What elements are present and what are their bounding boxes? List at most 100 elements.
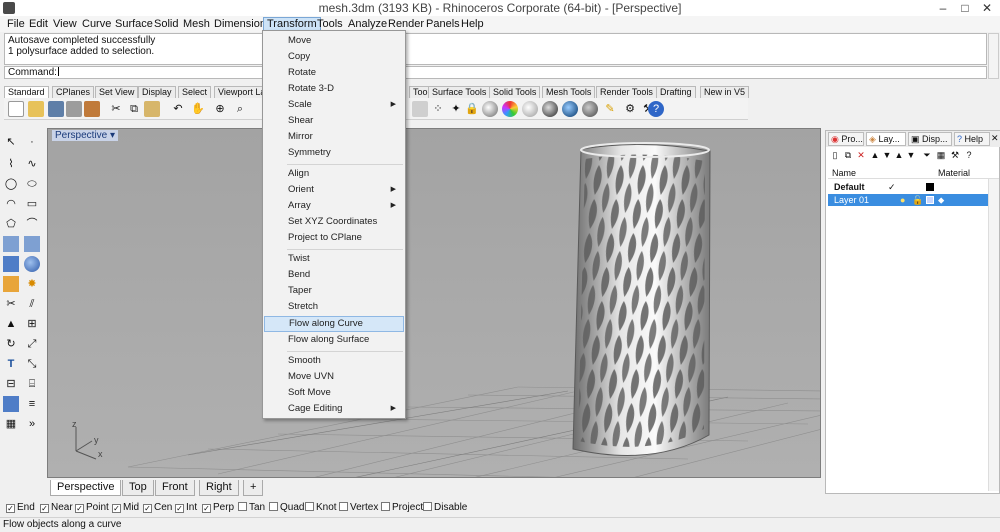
surface-icon[interactable] bbox=[3, 236, 19, 252]
menu-help[interactable]: Help bbox=[458, 17, 487, 31]
tab-display[interactable]: Display bbox=[138, 86, 176, 98]
osnap-near[interactable]: ✓ Near bbox=[40, 502, 73, 514]
tab-perspective[interactable]: Perspective bbox=[50, 480, 122, 496]
menu-item-move[interactable]: Move bbox=[264, 33, 404, 49]
tab-front[interactable]: Front bbox=[155, 480, 195, 496]
menu-transform[interactable]: Transform bbox=[263, 17, 321, 31]
menu-curve[interactable]: Curve bbox=[79, 17, 114, 31]
osnap-checkbox[interactable] bbox=[381, 502, 390, 511]
layer-state-icon[interactable]: ▦ bbox=[935, 149, 947, 161]
menu-item-taper[interactable]: Taper bbox=[264, 283, 404, 299]
maximize-icon[interactable]: □ bbox=[954, 0, 976, 16]
curve-icon[interactable]: ∿ bbox=[24, 156, 40, 172]
perspective-viewport[interactable]: Perspective ▾ x y z bbox=[47, 128, 821, 478]
tab-set-view[interactable]: Set View bbox=[95, 86, 139, 98]
layer-color-swatch[interactable] bbox=[926, 196, 934, 204]
ellipse-icon[interactable]: ⬭ bbox=[24, 176, 40, 192]
osnap-checkbox[interactable] bbox=[238, 502, 247, 511]
menu-analyze[interactable]: Analyze bbox=[345, 17, 390, 31]
osnap-project[interactable]: Project bbox=[381, 502, 423, 514]
environment-icon[interactable] bbox=[542, 101, 558, 117]
tab-mesh-tools[interactable]: Mesh Tools bbox=[542, 86, 596, 98]
parent-down-icon[interactable]: ▼ bbox=[905, 149, 917, 161]
menu-item-project-cplane[interactable]: Project to CPlane bbox=[264, 230, 404, 246]
menu-item-set-xyz[interactable]: Set XYZ Coordinates bbox=[264, 214, 404, 230]
menu-tools[interactable]: Tools bbox=[314, 17, 346, 31]
close-icon[interactable]: ✕ bbox=[976, 0, 998, 16]
material-icon[interactable]: ⬥ bbox=[938, 194, 944, 206]
osnap-mid[interactable]: ✓ Mid bbox=[112, 502, 139, 514]
menu-item-array[interactable]: Array ▶ bbox=[264, 198, 404, 214]
undo-icon[interactable]: ↶ bbox=[170, 101, 186, 117]
tab-surface-tools[interactable]: Surface Tools bbox=[428, 86, 491, 98]
tab-standard[interactable]: Standard bbox=[4, 86, 49, 98]
add-viewport-tab[interactable]: + bbox=[243, 480, 264, 496]
text-icon[interactable]: T bbox=[3, 356, 19, 372]
boolean-icon[interactable] bbox=[3, 276, 19, 292]
osnap-int[interactable]: ✓ Int bbox=[175, 502, 197, 514]
osnap-knot[interactable]: Knot bbox=[305, 502, 337, 514]
point-icon[interactable]: · bbox=[24, 134, 40, 150]
move-icon[interactable]: ⤢ bbox=[24, 336, 40, 352]
osnap-checkbox[interactable] bbox=[423, 502, 432, 511]
menu-item-bend[interactable]: Bend bbox=[264, 267, 404, 283]
panel-close-icon[interactable]: ✕ bbox=[991, 133, 999, 144]
osnap-checkbox[interactable]: ✓ bbox=[6, 504, 15, 513]
tab-cplanes[interactable]: CPlanes bbox=[52, 86, 95, 98]
analyze-icon[interactable]: ⌸ bbox=[24, 376, 40, 392]
expand-icon[interactable]: » bbox=[24, 416, 40, 432]
copy-icon[interactable]: ⧉ bbox=[126, 101, 142, 117]
polyline-icon[interactable]: ⌇ bbox=[3, 156, 19, 172]
menu-item-shear[interactable]: Shear bbox=[264, 113, 404, 129]
menu-item-stretch[interactable]: Stretch bbox=[264, 299, 404, 315]
dimension-icon[interactable]: ⊟ bbox=[3, 376, 19, 392]
rotate-icon[interactable]: ↻ bbox=[3, 336, 19, 352]
properties-icon[interactable]: ⚙ bbox=[622, 101, 638, 117]
group-icon[interactable]: ▦ bbox=[3, 416, 19, 432]
points-icon[interactable]: ⁘ bbox=[430, 101, 446, 117]
filter-icon[interactable]: ⏷ bbox=[921, 149, 933, 161]
menu-panels[interactable]: Panels bbox=[423, 17, 463, 31]
scale-icon[interactable]: ⤡ bbox=[24, 356, 40, 372]
move-up-icon[interactable]: ▲ bbox=[869, 149, 881, 161]
command-input[interactable]: Command: bbox=[4, 66, 987, 79]
menu-item-twist[interactable]: Twist bbox=[264, 251, 404, 267]
new-layer-icon[interactable]: ▯ bbox=[829, 149, 841, 161]
menu-surface[interactable]: Surface bbox=[112, 17, 156, 31]
menu-item-soft-move[interactable]: Soft Move bbox=[264, 385, 404, 401]
new-sublayer-icon[interactable]: ⧉ bbox=[842, 149, 854, 161]
osnap-vertex[interactable]: Vertex bbox=[339, 502, 378, 514]
osnap-checkbox[interactable]: ✓ bbox=[112, 504, 121, 513]
panel-scrollbar[interactable] bbox=[988, 179, 999, 491]
tools-icon[interactable]: ⚒ bbox=[949, 149, 961, 161]
menu-item-flow-along-curve[interactable]: Flow along Curve bbox=[264, 316, 404, 332]
help-icon[interactable]: ? bbox=[648, 101, 664, 117]
delete-layer-icon[interactable]: ✕ bbox=[855, 149, 867, 161]
osnap-cen[interactable]: ✓ Cen bbox=[143, 502, 172, 514]
tab-layers[interactable]: ◈ Lay... bbox=[866, 132, 906, 146]
menu-solid[interactable]: Solid bbox=[151, 17, 181, 31]
menu-item-move-uvn[interactable]: Move UVN bbox=[264, 369, 404, 385]
layer-color-swatch[interactable] bbox=[926, 183, 934, 191]
tab-help-panel[interactable]: ? Help bbox=[954, 132, 990, 146]
import-icon[interactable] bbox=[84, 101, 100, 117]
menu-file[interactable]: File bbox=[4, 17, 28, 31]
menu-item-rotate-3d[interactable]: Rotate 3-D bbox=[264, 81, 404, 97]
mesh-icon[interactable]: ▲ bbox=[3, 316, 19, 332]
tab-solid-tools[interactable]: Solid Tools bbox=[489, 86, 541, 98]
help-icon[interactable]: ? bbox=[963, 149, 975, 161]
block-icon[interactable] bbox=[3, 396, 19, 412]
menu-item-flow-along-surface[interactable]: Flow along Surface bbox=[264, 332, 404, 348]
vase-mesh[interactable] bbox=[572, 142, 711, 456]
menu-dimension[interactable]: Dimension bbox=[211, 17, 269, 31]
osnap-checkbox[interactable]: ✓ bbox=[175, 504, 184, 513]
open-file-icon[interactable] bbox=[28, 101, 44, 117]
osnap-checkbox[interactable] bbox=[305, 502, 314, 511]
paste-icon[interactable] bbox=[144, 101, 160, 117]
menu-render[interactable]: Render bbox=[385, 17, 427, 31]
lock-icon[interactable]: 🔒 bbox=[464, 101, 480, 117]
tab-right[interactable]: Right bbox=[199, 480, 239, 496]
grid-icon[interactable] bbox=[412, 101, 428, 117]
osnap-checkbox[interactable] bbox=[339, 502, 348, 511]
texture-icon[interactable] bbox=[562, 101, 578, 117]
